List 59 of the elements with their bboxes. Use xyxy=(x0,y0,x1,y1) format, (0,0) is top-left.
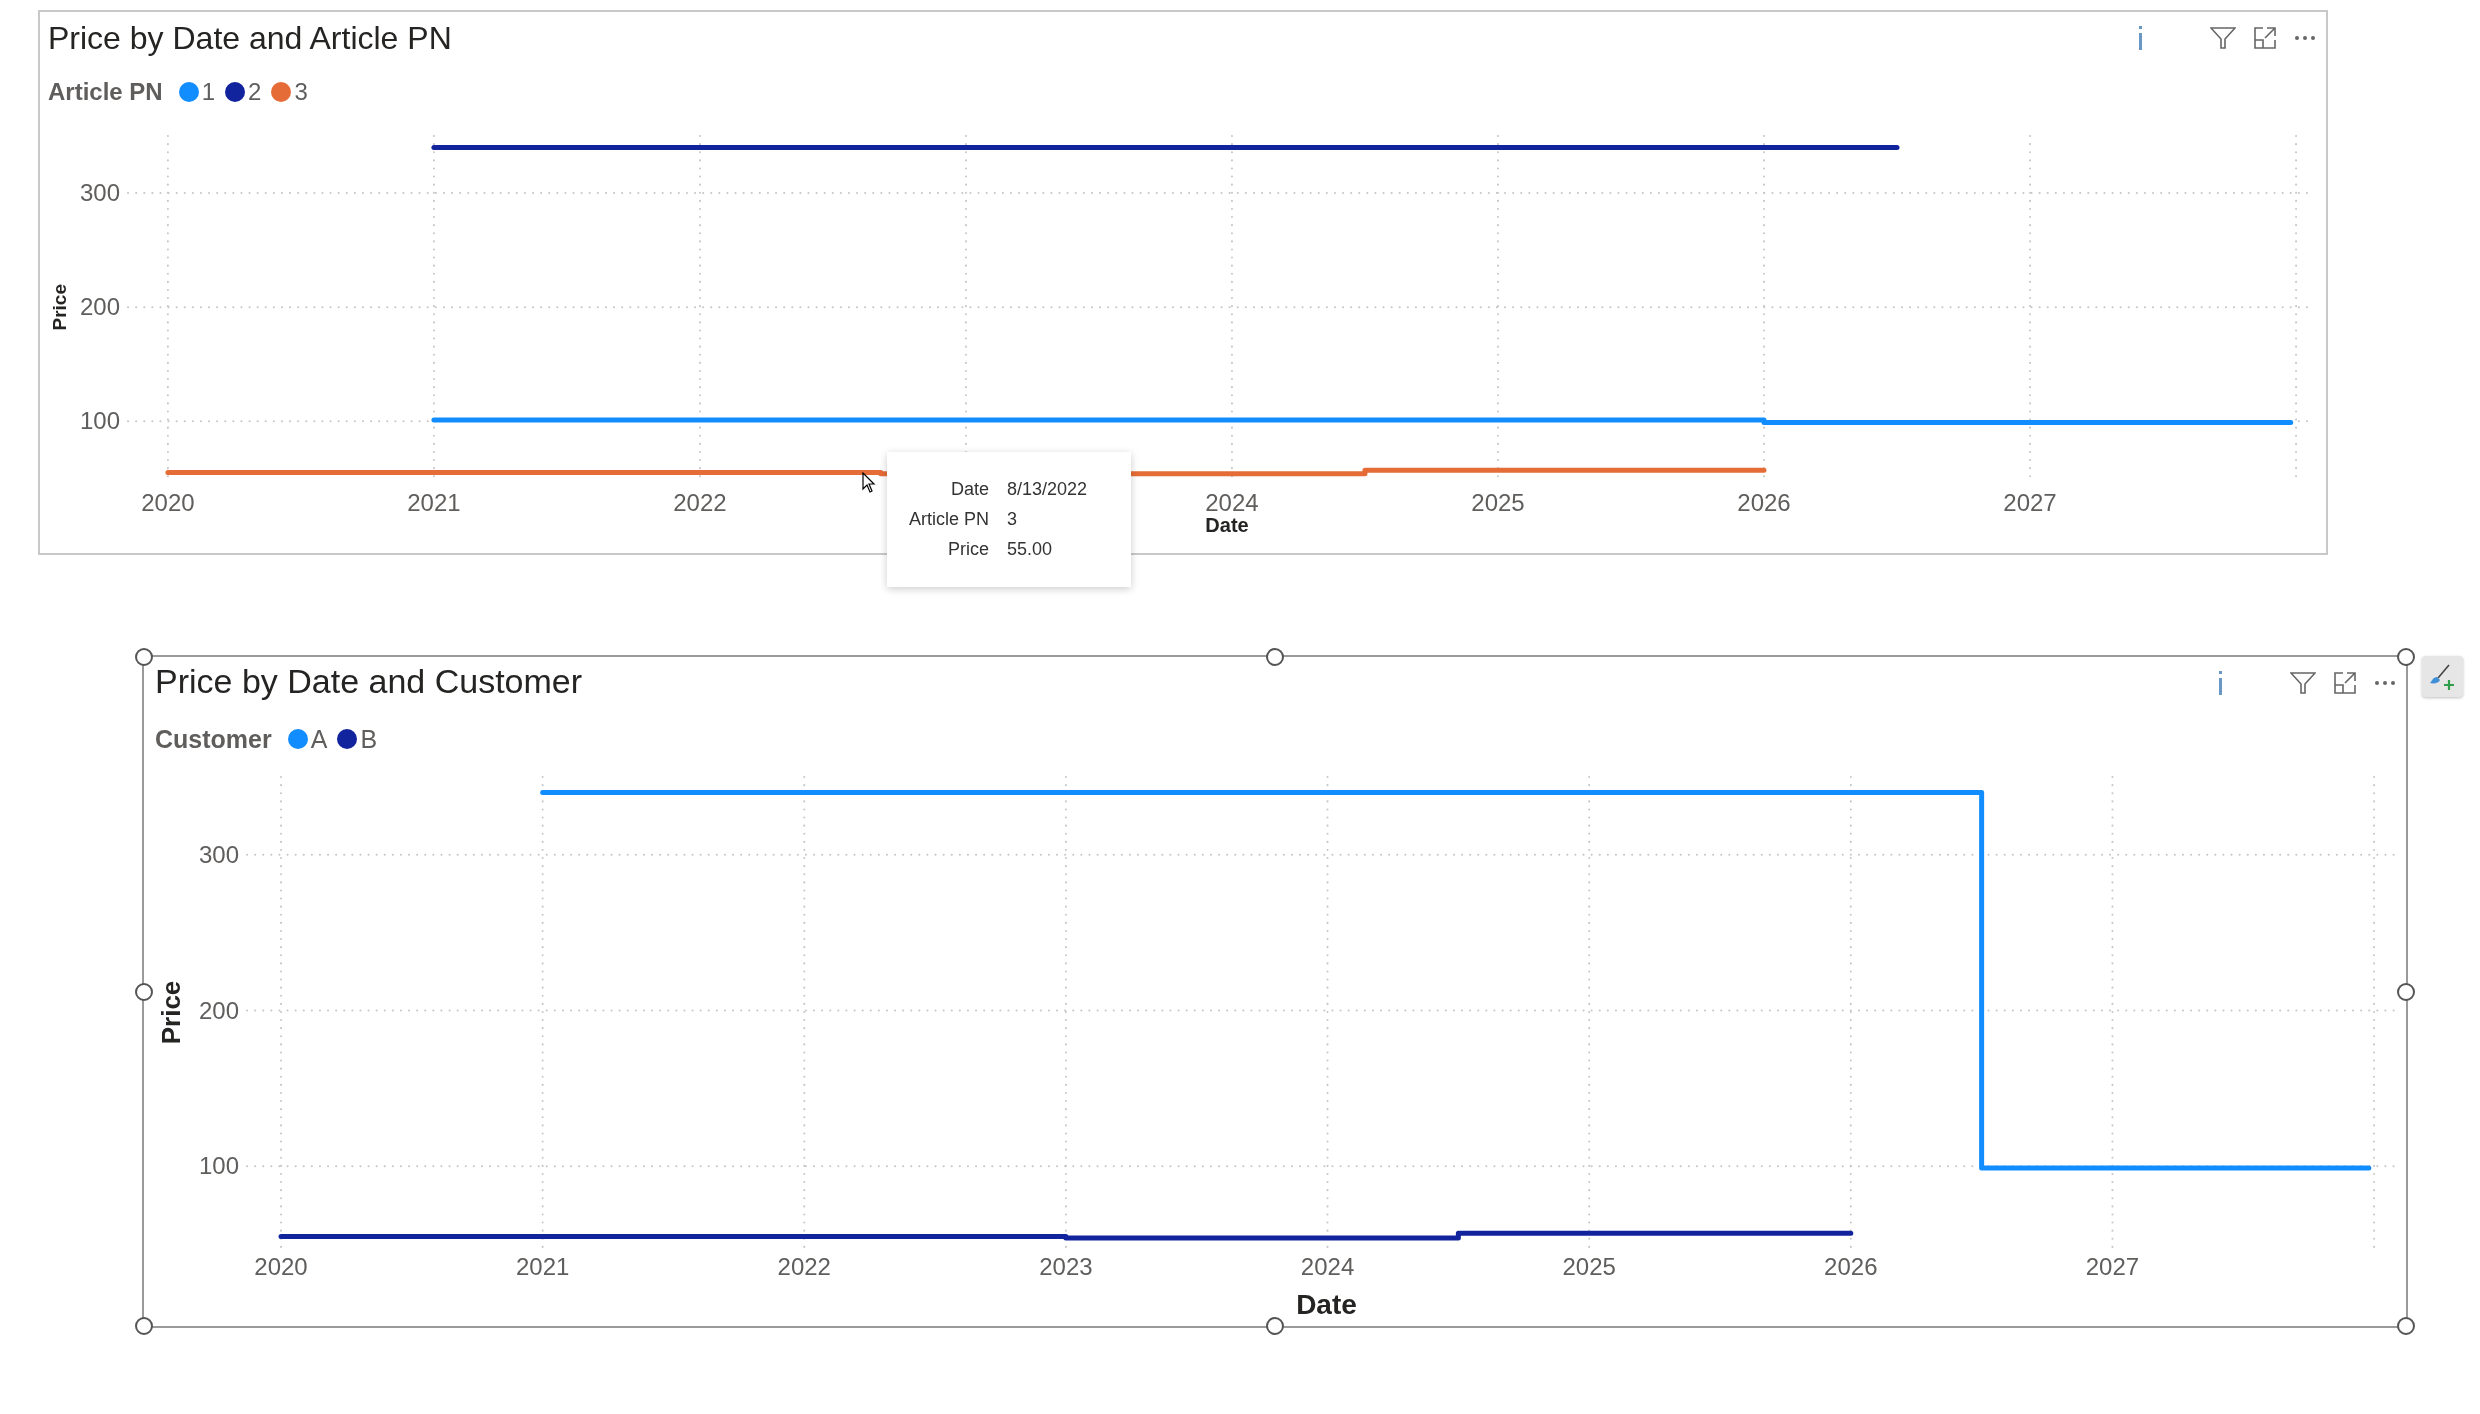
resize-handle[interactable] xyxy=(135,648,153,666)
filter-icon[interactable] xyxy=(2290,672,2316,694)
axis-tick-label: 2022 xyxy=(673,489,727,516)
tooltip-label: Date xyxy=(950,478,989,500)
axis-tick-label: 2025 xyxy=(1562,1253,1616,1280)
legend-label: 3 xyxy=(294,77,308,107)
focus-mode-icon[interactable] xyxy=(2334,672,2356,694)
paintbrush-plus-icon xyxy=(2428,663,2457,690)
axis-tick-label: 2026 xyxy=(1824,1253,1878,1280)
axis-title: Date xyxy=(1205,513,1249,537)
axis-tick-label: 2026 xyxy=(1737,489,1791,516)
resize-handle[interactable] xyxy=(135,982,153,1001)
axis-tick-label: 200 xyxy=(80,293,120,321)
legend-label: A xyxy=(310,724,328,755)
chart-title: Price by Date and Article PN xyxy=(47,19,452,58)
legend-label: B xyxy=(360,724,378,755)
info-icon[interactable] xyxy=(2136,26,2144,50)
more-options-icon[interactable] xyxy=(2374,680,2396,686)
axis-title: Price xyxy=(155,980,188,1044)
resize-handle[interactable] xyxy=(2397,982,2415,1001)
resize-handle[interactable] xyxy=(1266,1317,1284,1335)
chart-title: Price by Date and Customer xyxy=(154,661,583,701)
filter-icon[interactable] xyxy=(2210,27,2236,49)
tooltip-value: 8/13/2022 xyxy=(1007,478,1088,500)
axis-tick-label: 2023 xyxy=(1039,1253,1093,1280)
info-icon[interactable] xyxy=(2216,671,2224,695)
axis-tick-label: 300 xyxy=(80,179,120,207)
legend-title: Article PN xyxy=(48,77,163,107)
cursor-icon xyxy=(862,472,876,494)
axis-tick-label: 200 xyxy=(200,996,239,1024)
resize-handle[interactable] xyxy=(2397,648,2415,666)
resize-handle[interactable] xyxy=(2397,1317,2415,1335)
legend-label: 2 xyxy=(248,77,262,107)
axis-tick-label: 2021 xyxy=(515,1253,570,1280)
resize-handle[interactable] xyxy=(1266,648,1284,666)
axis-tick-label: 2027 xyxy=(2003,489,2057,516)
axis-tick-label: 2024 xyxy=(1300,1253,1355,1280)
legend-label: 1 xyxy=(201,77,216,107)
axis-tick-label: 2020 xyxy=(141,489,195,516)
tooltip-value: 3 xyxy=(1007,508,1019,530)
axis-tick-label: 100 xyxy=(80,407,120,435)
tooltip-label: Article PN xyxy=(909,508,989,530)
tooltip-value: 55.00 xyxy=(1007,538,1054,560)
axis-tick-label: 2027 xyxy=(2085,1253,2140,1280)
more-options-icon[interactable] xyxy=(2294,35,2316,41)
legend-title: Customer xyxy=(155,724,272,755)
axis-tick-label: 2022 xyxy=(777,1253,831,1280)
resize-handle[interactable] xyxy=(135,1317,153,1335)
axis-title: Date xyxy=(1296,1289,1357,1321)
axis-tick-label: 2025 xyxy=(1471,489,1525,516)
focus-mode-icon[interactable] xyxy=(2254,27,2276,49)
format-brush-button[interactable] xyxy=(2422,656,2463,697)
axis-tick-label: 2020 xyxy=(254,1253,308,1280)
axis-tick-label: 300 xyxy=(200,840,239,868)
axis-tick-label: 2024 xyxy=(1205,489,1259,516)
tooltip-label: Price xyxy=(947,538,989,560)
axis-title: Price xyxy=(47,283,71,331)
axis-tick-label: 100 xyxy=(200,1152,239,1180)
axis-tick-label: 2021 xyxy=(407,489,461,516)
